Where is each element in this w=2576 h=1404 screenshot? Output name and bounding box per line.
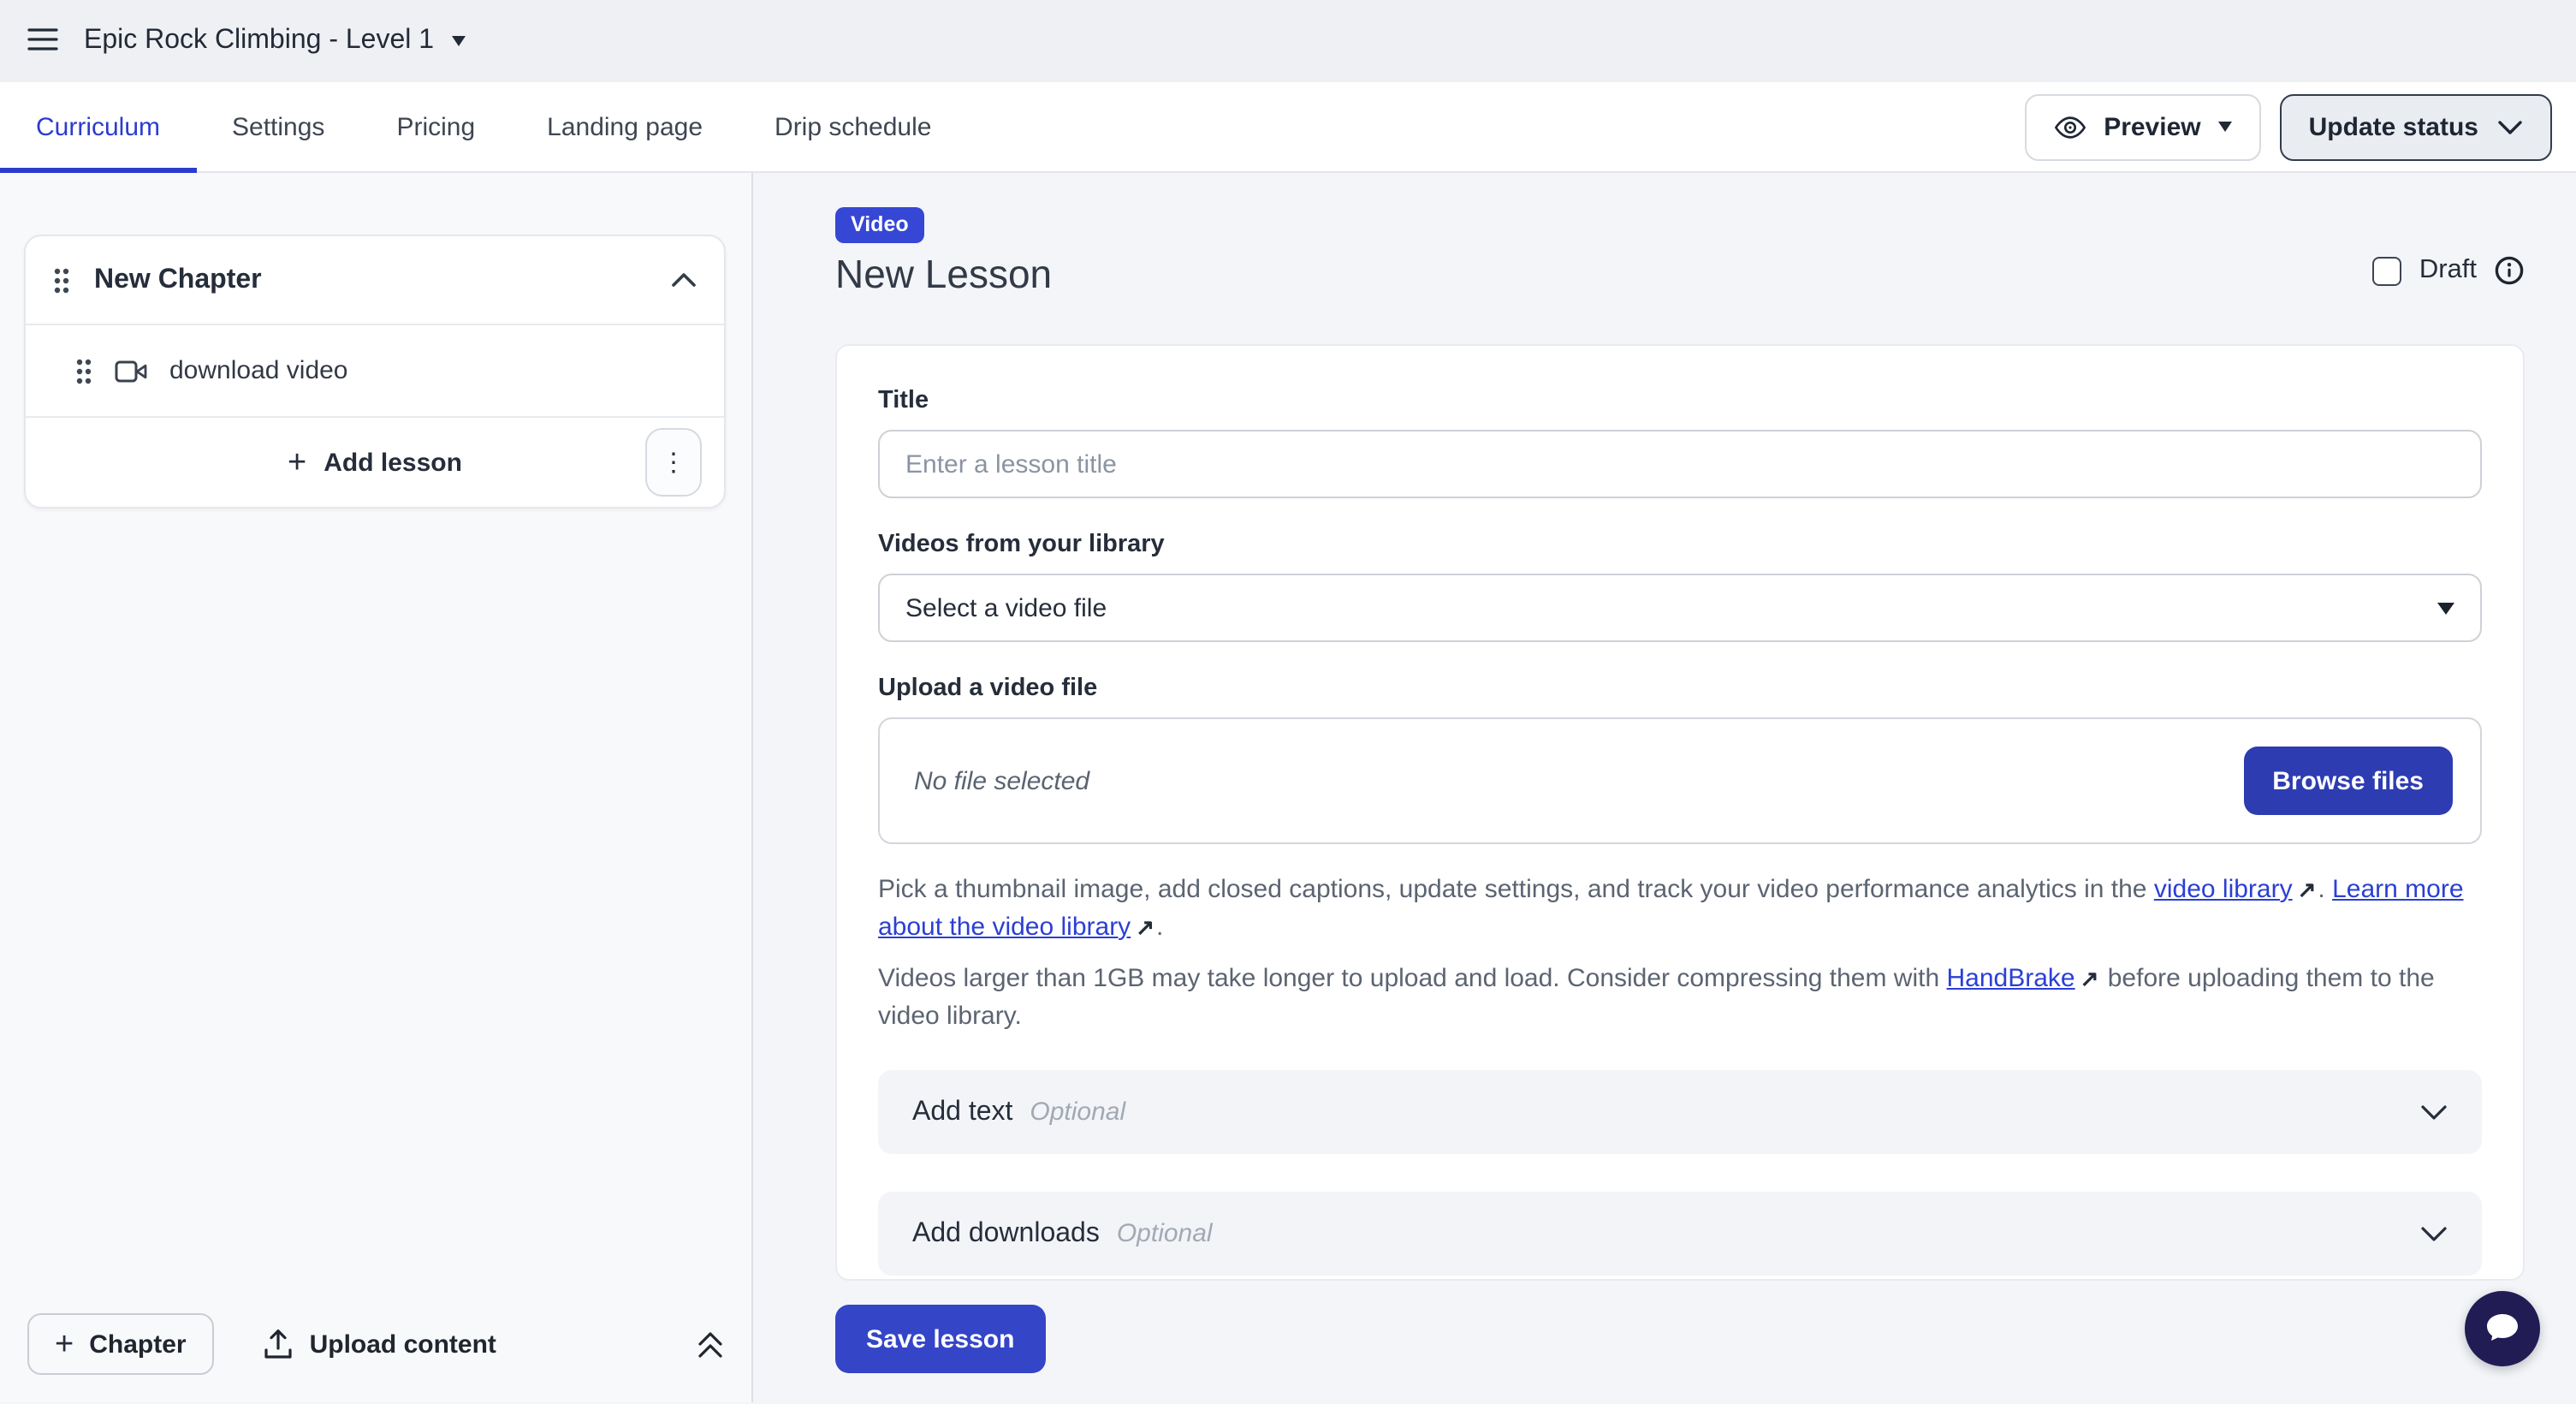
tab-landing-page[interactable]: Landing page (511, 82, 739, 171)
info-icon[interactable] (2494, 255, 2525, 286)
browse-files-button[interactable]: Browse files (2243, 747, 2453, 815)
course-title-text: Epic Rock Climbing - Level 1 (84, 26, 434, 57)
chapter-card: New Chapter download video (24, 235, 726, 509)
collapse-all-button[interactable] (697, 1330, 724, 1359)
add-lesson-label: Add lesson (323, 448, 462, 477)
double-chevron-up-icon (697, 1330, 724, 1359)
chapter-header[interactable]: New Chapter (26, 236, 724, 324)
tab-label: Curriculum (36, 112, 160, 141)
drag-handle-icon[interactable] (75, 357, 92, 384)
app-root: Epic Rock Climbing - Level 1 Curriculum … (0, 0, 2576, 1404)
lesson-header: Video New Lesson Draft (835, 207, 2525, 298)
add-text-section[interactable]: Add text Optional (878, 1070, 2482, 1154)
external-link-icon: ↗ (1136, 909, 1154, 947)
chapter-footer: + Add lesson ⋮ (26, 416, 724, 507)
video-library-help-text: Pick a thumbnail image, add closed capti… (878, 872, 2482, 947)
lesson-item-label: download video (169, 356, 348, 385)
drag-handle-icon[interactable] (53, 266, 70, 294)
content-area: New Chapter download video (0, 173, 2576, 1402)
chevron-down-icon (2420, 1225, 2448, 1242)
tab-label: Settings (232, 112, 324, 141)
help-text: . (1156, 913, 1163, 942)
tab-settings[interactable]: Settings (196, 82, 360, 171)
upload-icon (264, 1329, 293, 1359)
file-upload-box: No file selected Browse files (878, 717, 2482, 844)
add-lesson-button[interactable]: + Add lesson (288, 446, 462, 479)
add-text-label: Add text (912, 1097, 1012, 1127)
chevron-down-icon (2497, 119, 2523, 134)
library-field-label: Videos from your library (878, 529, 2482, 560)
draft-checkbox[interactable] (2373, 256, 2402, 285)
plus-icon: + (55, 1328, 74, 1360)
optional-label: Optional (1117, 1219, 1213, 1248)
select-value: Select a video file (905, 593, 1107, 622)
header-actions: Preview Update status (2025, 93, 2552, 160)
upload-field-label: Upload a video file (878, 673, 2482, 704)
compression-help-text: Videos larger than 1GB may take longer t… (878, 961, 2482, 1036)
title-field-label: Title (878, 385, 2482, 416)
lesson-title-input[interactable] (878, 430, 2482, 498)
hamburger-icon (27, 27, 58, 56)
caret-down-icon (451, 36, 465, 46)
video-camera-icon (115, 359, 147, 383)
upload-content-label: Upload content (310, 1330, 496, 1359)
help-text: Videos larger than 1GB may take longer t… (878, 964, 1947, 993)
tab-drip-schedule[interactable]: Drip schedule (739, 82, 967, 171)
tab-label: Pricing (396, 112, 475, 141)
chevron-down-icon (2420, 1104, 2448, 1121)
chat-widget-button[interactable] (2465, 1291, 2540, 1366)
lesson-editor: Video New Lesson Draft Title Videos from… (753, 173, 2576, 1402)
chevron-up-icon[interactable] (671, 272, 697, 288)
tabbar: Curriculum Settings Pricing Landing page… (0, 82, 2576, 173)
hamburger-menu-button[interactable] (27, 27, 58, 56)
video-library-select[interactable]: Select a video file (878, 574, 2482, 642)
lesson-type-badge: Video (835, 207, 924, 243)
optional-label: Optional (1030, 1098, 1125, 1127)
update-status-label: Update status (2309, 112, 2478, 141)
external-link-icon: ↗ (2080, 961, 2099, 998)
tab-curriculum[interactable]: Curriculum (0, 82, 196, 171)
add-downloads-label: Add downloads (912, 1218, 1100, 1249)
draft-label: Draft (2419, 255, 2477, 286)
draft-toggle-group: Draft (2373, 255, 2525, 286)
preview-button[interactable]: Preview (2025, 93, 2260, 160)
plus-icon: + (288, 446, 306, 479)
no-file-text: No file selected (914, 766, 2243, 795)
caret-down-icon (2437, 602, 2454, 614)
external-link-icon: ↗ (2298, 872, 2317, 909)
update-status-button[interactable]: Update status (2280, 93, 2552, 160)
video-library-link[interactable]: video library (2154, 875, 2293, 904)
caret-down-icon (2218, 122, 2232, 132)
add-chapter-button[interactable]: + Chapter (27, 1313, 214, 1375)
help-text: . (2318, 875, 2332, 904)
tab-label: Drip schedule (775, 112, 931, 141)
save-lesson-button[interactable]: Save lesson (835, 1305, 1045, 1373)
curriculum-sidebar: New Chapter download video (0, 173, 753, 1402)
preview-label: Preview (2104, 112, 2200, 141)
page-title: New Lesson (835, 252, 2525, 298)
tabs: Curriculum Settings Pricing Landing page… (0, 82, 967, 171)
course-title-dropdown[interactable]: Epic Rock Climbing - Level 1 (84, 26, 465, 57)
lesson-form-card: Title Videos from your library Select a … (835, 344, 2525, 1281)
topbar: Epic Rock Climbing - Level 1 (0, 0, 2576, 82)
chapter-title: New Chapter (94, 265, 647, 295)
upload-content-button[interactable]: Upload content (264, 1329, 496, 1359)
tab-pricing[interactable]: Pricing (360, 82, 511, 171)
help-text: Pick a thumbnail image, add closed capti… (878, 875, 2154, 904)
lesson-item[interactable]: download video (26, 324, 724, 416)
handbrake-link[interactable]: HandBrake (1947, 964, 2075, 993)
add-chapter-label: Chapter (89, 1330, 186, 1359)
add-downloads-section[interactable]: Add downloads Optional (878, 1192, 2482, 1276)
kebab-icon: ⋮ (661, 447, 686, 478)
sidebar-footer: + Chapter Upload content (0, 1313, 751, 1375)
eye-icon (2054, 114, 2086, 140)
chapter-options-button[interactable]: ⋮ (645, 428, 702, 497)
chat-bubble-icon (2482, 1308, 2523, 1349)
tab-label: Landing page (547, 112, 703, 141)
